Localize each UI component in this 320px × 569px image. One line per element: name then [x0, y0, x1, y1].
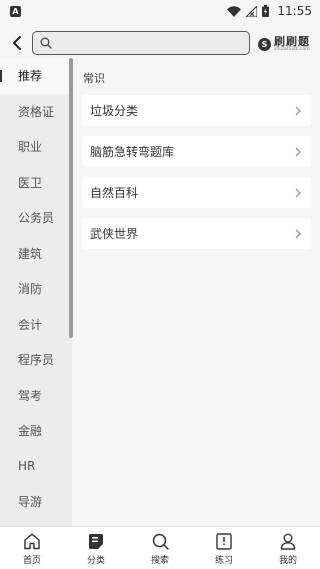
sidebar-item-accounting[interactable]: 会计: [0, 307, 72, 343]
brand-name: 刷刷题: [274, 34, 310, 48]
search-icon: [40, 37, 52, 49]
sidebar-item-label: 建筑: [18, 246, 43, 261]
sidebar-item-label: 医卫: [18, 175, 43, 190]
sidebar-item-label: 导游: [18, 495, 43, 510]
sidebar-item-tour-guide[interactable]: 导游: [0, 484, 72, 520]
sidebar-item-label: HR: [18, 459, 36, 474]
nav-category[interactable]: 分类: [64, 527, 128, 569]
sidebar-item-label: 资格证: [18, 104, 55, 119]
sidebar-item-label: 程序员: [18, 353, 55, 368]
back-arrow-icon: [13, 36, 21, 50]
sidebar-item-label: 会计: [18, 317, 43, 332]
chevron-right-icon: [295, 188, 301, 197]
sidebar-item-fire-safety[interactable]: 消防: [0, 271, 72, 307]
sidebar-item-label: 职业: [18, 140, 43, 155]
sidebar-item-label: 推荐: [18, 69, 43, 84]
sidebar-item-construction[interactable]: 建筑: [0, 236, 72, 272]
chevron-right-icon: [295, 229, 301, 238]
sidebar-item-programmer[interactable]: 程序员: [0, 342, 72, 378]
nav-label: 分类: [86, 556, 105, 566]
subcategory-nature-encyclopedia[interactable]: 自然百科: [82, 177, 311, 208]
category-content: 常识 垃圾分类 脑筋急转弯题库 自然百科 武侠世界: [73, 58, 320, 526]
subcategory-label: 垃圾分类: [90, 104, 139, 118]
back-button[interactable]: [6, 31, 28, 55]
sidebar-item-medical[interactable]: 医卫: [0, 165, 72, 201]
brand-url: shuashuati.com: [274, 46, 310, 52]
profile-icon: [280, 533, 296, 550]
sidebar-item-label: 消防: [18, 282, 43, 297]
subcategory-garbage-sorting[interactable]: 垃圾分类: [82, 95, 311, 126]
subcategory-brain-teasers[interactable]: 脑筋急转弯题库: [82, 136, 311, 167]
nav-label: 我的: [278, 556, 297, 566]
sidebar-item-finance[interactable]: 金融: [0, 413, 72, 449]
nav-label: 搜索: [150, 556, 169, 566]
status-time: 11:55: [277, 4, 312, 18]
chevron-right-icon: [295, 147, 301, 156]
search-icon: [152, 533, 169, 550]
category-sidebar[interactable]: 推荐 资格证 职业 医卫 公务员 建筑 消防 会计 程序员 驾考 金融 HR 导…: [0, 58, 72, 526]
brand-logo: S 刷刷题 shuashuati.com: [258, 34, 310, 54]
search-box[interactable]: [32, 31, 250, 55]
sidebar-item-label: 金融: [18, 424, 43, 439]
sidebar-item-recommend[interactable]: 推荐: [0, 58, 72, 94]
category-icon: [89, 534, 103, 549]
chevron-right-icon: [295, 106, 301, 115]
home-icon: [24, 533, 40, 550]
section-title: 常识: [83, 72, 105, 85]
sidebar-item-hr[interactable]: HR: [0, 449, 72, 485]
no-signal-icon: [246, 5, 258, 17]
brand-logo-mark: S: [258, 37, 271, 51]
sidebar-item-label: 驾考: [18, 388, 43, 403]
sidebar-item-driving-test[interactable]: 驾考: [0, 378, 72, 414]
status-bar: A 11:55: [0, 0, 320, 22]
subcategory-label: 武侠世界: [90, 227, 139, 241]
nav-practice[interactable]: 练习: [192, 527, 256, 569]
bottom-navigation: 首页 分类 搜索 练习 我的: [0, 526, 320, 569]
nav-label: 练习: [214, 556, 233, 566]
nav-home[interactable]: 首页: [0, 527, 64, 569]
wifi-icon: [227, 5, 242, 17]
search-input[interactable]: [57, 34, 245, 52]
nav-profile[interactable]: 我的: [256, 527, 320, 569]
nav-search[interactable]: 搜索: [128, 527, 192, 569]
battery-charging-icon: [262, 5, 270, 17]
sidebar-item-label: 公务员: [18, 211, 55, 226]
sidebar-item-qualification[interactable]: 资格证: [0, 94, 72, 130]
subcategory-label: 脑筋急转弯题库: [90, 145, 175, 159]
subcategory-wuxia-world[interactable]: 武侠世界: [82, 218, 311, 249]
subcategory-label: 自然百科: [90, 186, 139, 200]
sidebar-item-career[interactable]: 职业: [0, 129, 72, 165]
app-notification-icon: A: [10, 5, 21, 17]
practice-book-icon: [216, 533, 232, 550]
nav-label: 首页: [22, 556, 41, 566]
sidebar-item-civil-servant[interactable]: 公务员: [0, 200, 72, 236]
